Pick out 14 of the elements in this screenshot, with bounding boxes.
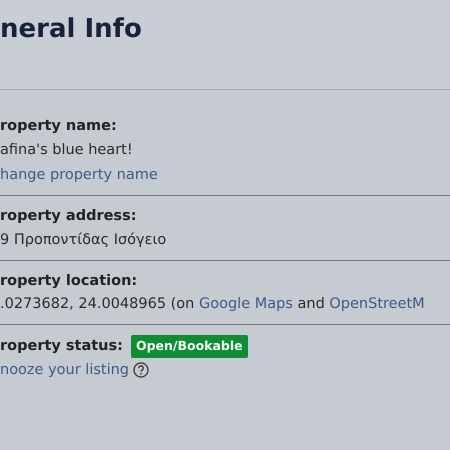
field-value: .0273682, 24.0048965 (on Google Maps and OpenStreetM: [0, 295, 426, 314]
snooze-link[interactable]: nooze your listing: [0, 358, 130, 382]
field-value: 9 Προποντίδας Ισόγειο: [0, 230, 168, 250]
page-title: neral Info: [0, 14, 143, 46]
map-link[interactable]: OpenStreetM: [329, 296, 425, 312]
field-value: afina's blue heart!: [0, 140, 134, 160]
status-badge: Open/Bookable: [130, 335, 248, 358]
field-label: roperty name:: [0, 117, 118, 136]
map-link[interactable]: Google Maps: [198, 296, 293, 312]
change-name-link[interactable]: hange property name: [0, 166, 158, 183]
field-label: roperty location:: [0, 272, 138, 290]
help-icon[interactable]: [133, 362, 150, 378]
field-label: roperty address:: [0, 206, 138, 226]
field-label: roperty status:: [0, 336, 123, 356]
